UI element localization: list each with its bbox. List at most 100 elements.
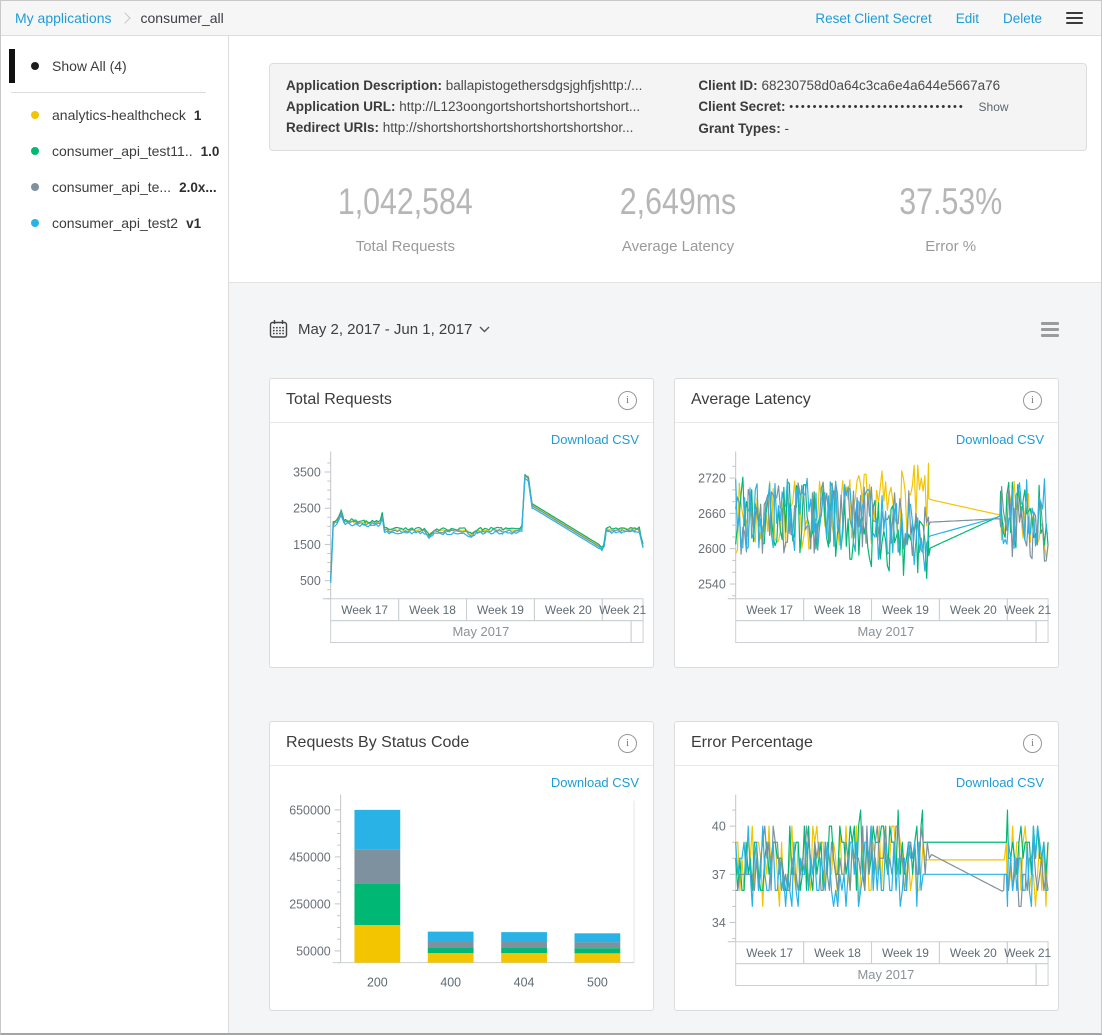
- sidebar-item-consumer-api-test11[interactable]: consumer_api_test11.. 1.0: [1, 133, 228, 169]
- stat-total-requests-value: 1,042,584: [338, 181, 473, 223]
- sidebar-item-consumer-api-test2[interactable]: consumer_api_test2 v1: [1, 205, 228, 241]
- chart-card-header: Requests By Status Code i: [270, 722, 653, 766]
- svg-text:May 2017: May 2017: [857, 967, 914, 982]
- svg-text:2660: 2660: [698, 506, 726, 520]
- grant-types-row: Grant Types: -: [698, 118, 1070, 139]
- error-percentage-chart: 343740Week 17Week 18Week 19Week 20Week 2…: [676, 792, 1058, 992]
- client-secret-label: Client Secret:: [698, 99, 785, 114]
- info-icon[interactable]: i: [618, 734, 637, 753]
- app-description-value: ballapistogethersdgsjghfjshttp:/...: [446, 78, 643, 93]
- app-info-left: Application Description: ballapistogethe…: [286, 75, 672, 139]
- svg-text:Week 20: Week 20: [949, 603, 996, 617]
- total-requests-download-csv-link[interactable]: Download CSV: [270, 423, 653, 449]
- sidebar-item-analytics-healthcheck[interactable]: analytics-healthcheck1: [1, 97, 228, 133]
- svg-text:500: 500: [300, 574, 321, 588]
- svg-text:Week 19: Week 19: [882, 946, 929, 960]
- redirect-uris-value: http://shortshortshortshortshortshortsho…: [383, 120, 634, 135]
- charts-menu-icon[interactable]: [1041, 319, 1059, 340]
- main-content: Application Description: ballapistogethe…: [229, 36, 1101, 1033]
- reset-client-secret-button[interactable]: Reset Client Secret: [815, 11, 931, 26]
- info-icon[interactable]: i: [618, 391, 637, 410]
- chart-card-total-requests: Total RequestsiDownload CSV 500 1500 2500 35…: [269, 378, 654, 668]
- sidebar-list: analytics-healthcheck1consumer_api_test1…: [1, 97, 228, 241]
- svg-text:2720: 2720: [698, 471, 726, 485]
- date-range-selector[interactable]: May 2, 2017 - Jun 1, 2017: [298, 321, 472, 338]
- app-color-dot: [31, 219, 39, 227]
- client-secret-mask: ••••••••••••••••••••••••••••••: [789, 101, 965, 113]
- app-version: v1: [186, 216, 201, 231]
- hamburger-menu-icon[interactable]: [1066, 9, 1083, 27]
- svg-text:34: 34: [711, 915, 725, 929]
- requests-by-status-code-chart: 50000250000450000650000200400404500: [271, 792, 653, 1006]
- svg-text:Week 21: Week 21: [1004, 946, 1051, 960]
- svg-text:Week 21: Week 21: [599, 603, 646, 617]
- app-color-dot: [31, 183, 39, 191]
- active-indicator: [9, 49, 15, 83]
- info-icon[interactable]: i: [1023, 734, 1042, 753]
- sidebar-item-consumer-api-te[interactable]: consumer_api_te... 2.0x...: [1, 169, 228, 205]
- app-version: 1.0: [201, 144, 220, 159]
- topbar: My applications consumer_all Reset Clien…: [1, 1, 1101, 36]
- app-color-dot: [31, 111, 39, 119]
- chevron-down-icon[interactable]: [479, 326, 490, 333]
- redirect-uris-label: Redirect URIs:: [286, 120, 379, 135]
- client-secret-row: Client Secret: •••••••••••••••••••••••••…: [698, 96, 1070, 118]
- analytics-section: May 2, 2017 - Jun 1, 2017 Total Requests…: [229, 282, 1101, 1033]
- svg-text:3500: 3500: [293, 465, 321, 479]
- show-all-label: Show All (4): [52, 58, 127, 74]
- app-color-dot: [31, 147, 39, 155]
- requests-by-status-code-download-csv-link[interactable]: Download CSV: [270, 766, 653, 792]
- svg-text:Week 17: Week 17: [341, 603, 388, 617]
- average-latency-download-csv-link[interactable]: Download CSV: [675, 423, 1058, 449]
- breadcrumb-separator-icon: [119, 12, 130, 23]
- total-requests-chart: 500 1500 2500 3500 Week 17 Week 18 Week 19 Week…: [271, 449, 653, 649]
- info-icon[interactable]: i: [1023, 391, 1042, 410]
- chart-card-header: Total Requestsi: [270, 379, 653, 423]
- stat-average-latency-label: Average Latency: [542, 238, 815, 255]
- summary-stats: 1,042,584 Total Requests 2,649ms Average…: [269, 181, 1087, 255]
- show-secret-link[interactable]: Show: [979, 100, 1009, 114]
- breadcrumb-current: consumer_all: [141, 10, 224, 26]
- chart-title: Requests By Status Code: [286, 734, 469, 752]
- delete-button[interactable]: Delete: [1003, 11, 1042, 26]
- sidebar-divider: [11, 92, 206, 93]
- redirect-uris-row: Redirect URIs: http://shortshortshortsho…: [286, 117, 672, 138]
- app-description-row: Application Description: ballapistogethe…: [286, 75, 672, 96]
- svg-text:2500: 2500: [293, 501, 321, 515]
- chart-card-error-percentage: Error PercentageiDownload CSV343740Week …: [674, 721, 1059, 1011]
- app-name: analytics-healthcheck: [52, 107, 186, 123]
- edit-button[interactable]: Edit: [956, 11, 979, 26]
- svg-text:May 2017: May 2017: [857, 624, 914, 639]
- svg-text:Week 18: Week 18: [409, 603, 456, 617]
- app-name: consumer_api_test2: [52, 215, 178, 231]
- chart-card-average-latency: Average LatencyiDownload CSV254026002660…: [674, 378, 1059, 668]
- svg-text:250000: 250000: [289, 897, 331, 911]
- show-all-dot: [31, 62, 39, 70]
- chart-title: Error Percentage: [691, 734, 813, 752]
- svg-text:450000: 450000: [289, 850, 331, 864]
- sidebar-item-show-all[interactable]: Show All (4): [1, 48, 228, 84]
- svg-text:650000: 650000: [289, 803, 331, 817]
- svg-text:Week 19: Week 19: [477, 603, 524, 617]
- app-url-value: http://L123oongortshortshortshortshort..…: [399, 99, 640, 114]
- stat-average-latency: 2,649ms Average Latency: [542, 181, 815, 255]
- svg-text:Week 18: Week 18: [814, 946, 861, 960]
- chart-card-header: Average Latencyi: [675, 379, 1058, 423]
- grant-types-label: Grant Types:: [698, 121, 780, 136]
- stat-error-pct-label: Error %: [814, 238, 1087, 255]
- chart-card-requests-by-status-code: Requests By Status CodeiDownload CSV5000…: [269, 721, 654, 1011]
- calendar-icon: [269, 319, 289, 339]
- app-version: 2.0x...: [179, 180, 217, 195]
- svg-text:2540: 2540: [698, 577, 726, 591]
- svg-text:40: 40: [711, 819, 725, 833]
- stat-average-latency-value: 2,649ms: [620, 181, 736, 223]
- app-name: consumer_api_test11..: [52, 143, 193, 159]
- svg-text:400: 400: [440, 975, 461, 989]
- svg-text:Week 18: Week 18: [814, 603, 861, 617]
- charts-grid: Total RequestsiDownload CSV5001500250035…: [269, 378, 1059, 1011]
- svg-text:Week 17: Week 17: [746, 946, 793, 960]
- breadcrumb-my-applications[interactable]: My applications: [15, 10, 112, 26]
- error-percentage-download-csv-link[interactable]: Download CSV: [675, 766, 1058, 792]
- svg-text:1500: 1500: [293, 537, 321, 551]
- app-name: consumer_api_te...: [52, 179, 171, 195]
